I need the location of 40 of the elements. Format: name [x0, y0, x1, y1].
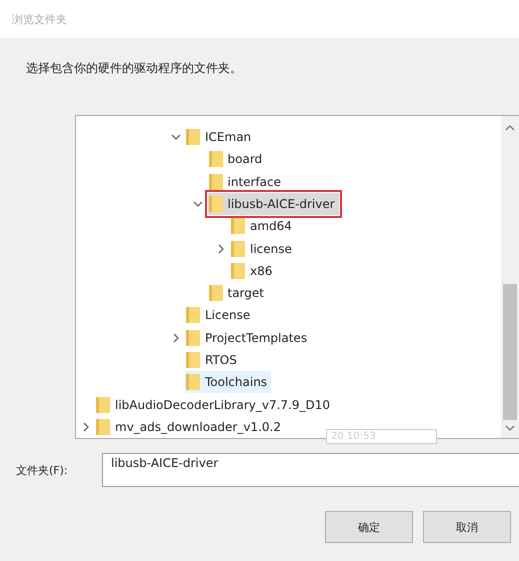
folder-label: 文件夹(F):	[16, 462, 69, 478]
folder-icon	[208, 194, 224, 213]
folder-tree-item[interactable]: target	[208, 282, 268, 304]
chevron-down-icon[interactable]	[170, 132, 180, 142]
folder-icon	[230, 262, 246, 280]
folder-tree-item[interactable]: RTOS	[185, 348, 241, 371]
folder-icon	[185, 373, 201, 392]
cancel-button[interactable]: 取消	[423, 511, 511, 543]
folder-tree-item[interactable]: board	[208, 148, 266, 170]
folder-icon	[230, 240, 246, 258]
folder-tree-item[interactable]: amd64	[230, 215, 296, 238]
chevron-right-icon[interactable]	[80, 422, 90, 432]
folder-tree-item[interactable]: License	[185, 304, 254, 326]
folder-icon	[185, 306, 201, 324]
folder-icon	[185, 350, 201, 369]
folder-tree-item[interactable]: libusb-AICE-driver	[208, 192, 339, 215]
folder-tree-item[interactable]: libAudioDecoderLibrary_v7.7.9_D10	[95, 394, 334, 416]
folder-icon	[230, 217, 246, 236]
folder-tree-item[interactable]: mv_ads_downloader_v1.0.2	[95, 416, 285, 438]
scrollbar[interactable]	[501, 116, 519, 438]
folder-icon	[208, 284, 224, 302]
folder-icon	[208, 150, 224, 168]
chevron-right-icon[interactable]	[170, 332, 180, 343]
folder-icon	[185, 328, 201, 347]
folder-icon	[95, 396, 111, 414]
folder-input-field[interactable]: libusb-AICE-driver	[102, 453, 519, 487]
folder-icon	[208, 172, 224, 191]
chevron-right-icon[interactable]	[216, 244, 226, 254]
folder-icon	[95, 418, 111, 436]
folder-icon	[185, 128, 201, 146]
folder-tree-item[interactable]: ProjectTemplates	[185, 326, 312, 349]
ok-button[interactable]: 确定	[325, 511, 413, 543]
folder-tree-item[interactable]: ICEman	[185, 126, 256, 148]
folder-tree-item[interactable]: license	[230, 238, 296, 260]
window-title: 浏览文件夹	[12, 12, 67, 26]
folder-tree-item[interactable]: interface	[208, 170, 286, 193]
instruction-text: 选择包含你的硬件的驱动程序的文件夹。	[26, 60, 243, 77]
chevron-down-icon[interactable]	[193, 198, 203, 209]
folder-tree-item[interactable]: x86	[230, 260, 276, 282]
folder-tree-item[interactable]: Toolchains	[185, 371, 272, 394]
